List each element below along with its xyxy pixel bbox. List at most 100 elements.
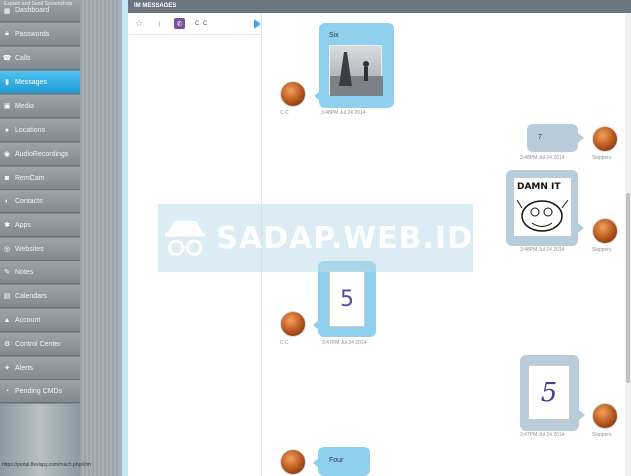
screenshot-hint: Explain and Send Screenshots [4, 1, 73, 7]
message-time: 3:47PM Jul 24 2014 [322, 340, 367, 346]
message-image[interactable] [329, 45, 383, 96]
contacts-icon: ◐ [4, 197, 10, 205]
message-bubble[interactable]: 5 [318, 261, 376, 337]
bubble-tail [578, 133, 584, 143]
scrollbar[interactable] [625, 13, 631, 476]
message-text: Four [329, 457, 344, 464]
content-gutter [80, 0, 120, 476]
message-time: 3:47PM Jul 24 2014 [520, 432, 565, 438]
scrollbar-thumb[interactable] [626, 193, 630, 383]
avatar [592, 218, 618, 244]
sidebar-item-control-center[interactable]: ⚙ Control Center [0, 333, 80, 356]
dashboard-icon: ▦ [3, 7, 11, 15]
camera-icon: ◙ [4, 174, 10, 182]
sender-name: C C [280, 110, 289, 116]
alert-icon: ✦ [4, 365, 10, 372]
globe-icon: ◎ [3, 246, 11, 253]
sidebar-item-remcam[interactable]: ◙ RemCam [0, 167, 80, 190]
message-text: 5 [340, 286, 354, 312]
message-time: 3:48PM Jul 24 2014 [321, 110, 366, 116]
microphone-icon: ◉ [3, 151, 11, 158]
bubble-tail [579, 410, 585, 420]
message-image[interactable]: 5 [528, 365, 570, 420]
sidebar-item-label: Calendars [15, 292, 47, 300]
sidebar-item-notes[interactable]: ✎ Notes [0, 261, 80, 284]
sidebar-item-passwords[interactable]: 🔒︎ Passwords [0, 23, 80, 46]
sender-name: Skippers [592, 247, 612, 253]
pending-icon: ◔ [4, 387, 10, 395]
sidebar-item-alerts[interactable]: ✦ Alerts [0, 357, 80, 380]
chevron-right-icon[interactable] [254, 19, 261, 29]
sidebar-item-label: Media [15, 102, 35, 110]
watermark-text: SADAP.WEB.ID [216, 220, 473, 256]
sidebar-item-label: Messages [15, 78, 47, 86]
sidebar-item-label: Passwords [15, 30, 50, 38]
sidebar-item-label: Dashboard [15, 7, 50, 14]
message-text: 5 [540, 377, 558, 408]
pencil-icon: ✎ [4, 269, 10, 276]
message-bubble[interactable]: Four [318, 447, 370, 476]
location-icon: ● [4, 126, 10, 134]
status-bar-url: https://portal.flexispy.com/mach.php#/im [2, 462, 91, 468]
message-bubble[interactable]: DAMN IT [506, 170, 578, 246]
avatar [592, 126, 618, 152]
sidebar-item-pending-cmds[interactable]: ◔ Pending CMDs [0, 380, 80, 403]
sidebar-item-calls[interactable]: ☎ Calls [0, 47, 80, 70]
message-bubble[interactable]: 7 [527, 124, 578, 152]
sidebar-item-label: Contacts [15, 197, 43, 205]
panel-title: IM MESSAGES [128, 0, 631, 13]
sidebar-item-apps[interactable]: ✱ Apps [0, 214, 80, 237]
sidebar-item-account[interactable]: ▲ Account [0, 309, 80, 332]
sender-name: C C [280, 340, 289, 346]
sidebar: ▦ Dashboard Explain and Send Screenshots… [0, 0, 80, 404]
sidebar-item-audiorecordings[interactable]: ◉ AudioRecordings [0, 143, 80, 166]
message-bubble[interactable]: Six [319, 23, 394, 108]
sidebar-item-label: Websites [15, 245, 44, 253]
bubble-tail [578, 223, 584, 233]
sidebar-item-label: Pending CMDs [15, 387, 63, 395]
thread-item[interactable]: ☆ ✆ C C [128, 13, 262, 35]
viber-icon: ✆ [174, 18, 185, 29]
sidebar-item-label: Alerts [15, 364, 33, 372]
sidebar-item-label: Control Center [15, 340, 61, 348]
message-bubble[interactable]: 5 [520, 355, 579, 431]
message-time: 3:48PM Jul 24 2014 [520, 155, 565, 161]
image-icon: ▣ [3, 103, 11, 110]
sidebar-item-label: AudioRecordings [15, 150, 69, 158]
sidebar-item-label: Account [15, 316, 41, 324]
settings-icon: ⚙ [3, 341, 11, 348]
sidebar-item-contacts[interactable]: ◐ Contacts [0, 190, 80, 213]
sender-name: Skippers [592, 432, 612, 438]
incognito-logo-icon [164, 220, 206, 256]
sidebar-item-label: Apps [15, 221, 31, 229]
message-text: 7 [538, 134, 542, 141]
sender-name: Skippers [592, 155, 612, 161]
sidebar-item-media[interactable]: ▣ Media [0, 95, 80, 118]
message-text: Six [329, 32, 339, 39]
message-image[interactable]: 5 [329, 271, 365, 327]
divider [159, 20, 160, 27]
calendar-icon: ▤ [3, 293, 11, 300]
avatar [280, 449, 306, 475]
avatar [592, 403, 618, 429]
photo-thumbnail [330, 52, 383, 96]
sidebar-item-label: Notes [15, 268, 34, 276]
message-icon: ▮ [5, 79, 9, 86]
star-icon[interactable]: ☆ [135, 18, 145, 29]
lock-icon: 🔒︎ [5, 30, 9, 37]
phone-icon: ☎ [2, 55, 12, 62]
sidebar-item-websites[interactable]: ◎ Websites [0, 238, 80, 261]
avatar [280, 311, 306, 337]
sidebar-item-label: RemCam [15, 174, 45, 182]
avatar [280, 81, 306, 107]
sidebar-item-messages[interactable]: ▮ Messages [0, 71, 80, 94]
sidebar-item-label: Calls [15, 54, 31, 62]
thread-name: C C [195, 20, 209, 27]
message-time: 3:48PM Jul 24 2014 [520, 247, 565, 253]
watermark: SADAP.WEB.ID [158, 204, 473, 272]
meme-drawing [516, 199, 569, 232]
sidebar-item-calendars[interactable]: ▤ Calendars [0, 285, 80, 308]
message-image[interactable]: DAMN IT [514, 178, 571, 236]
sidebar-item-label: Locations [15, 126, 45, 134]
sidebar-item-locations[interactable]: ● Locations [0, 119, 80, 142]
